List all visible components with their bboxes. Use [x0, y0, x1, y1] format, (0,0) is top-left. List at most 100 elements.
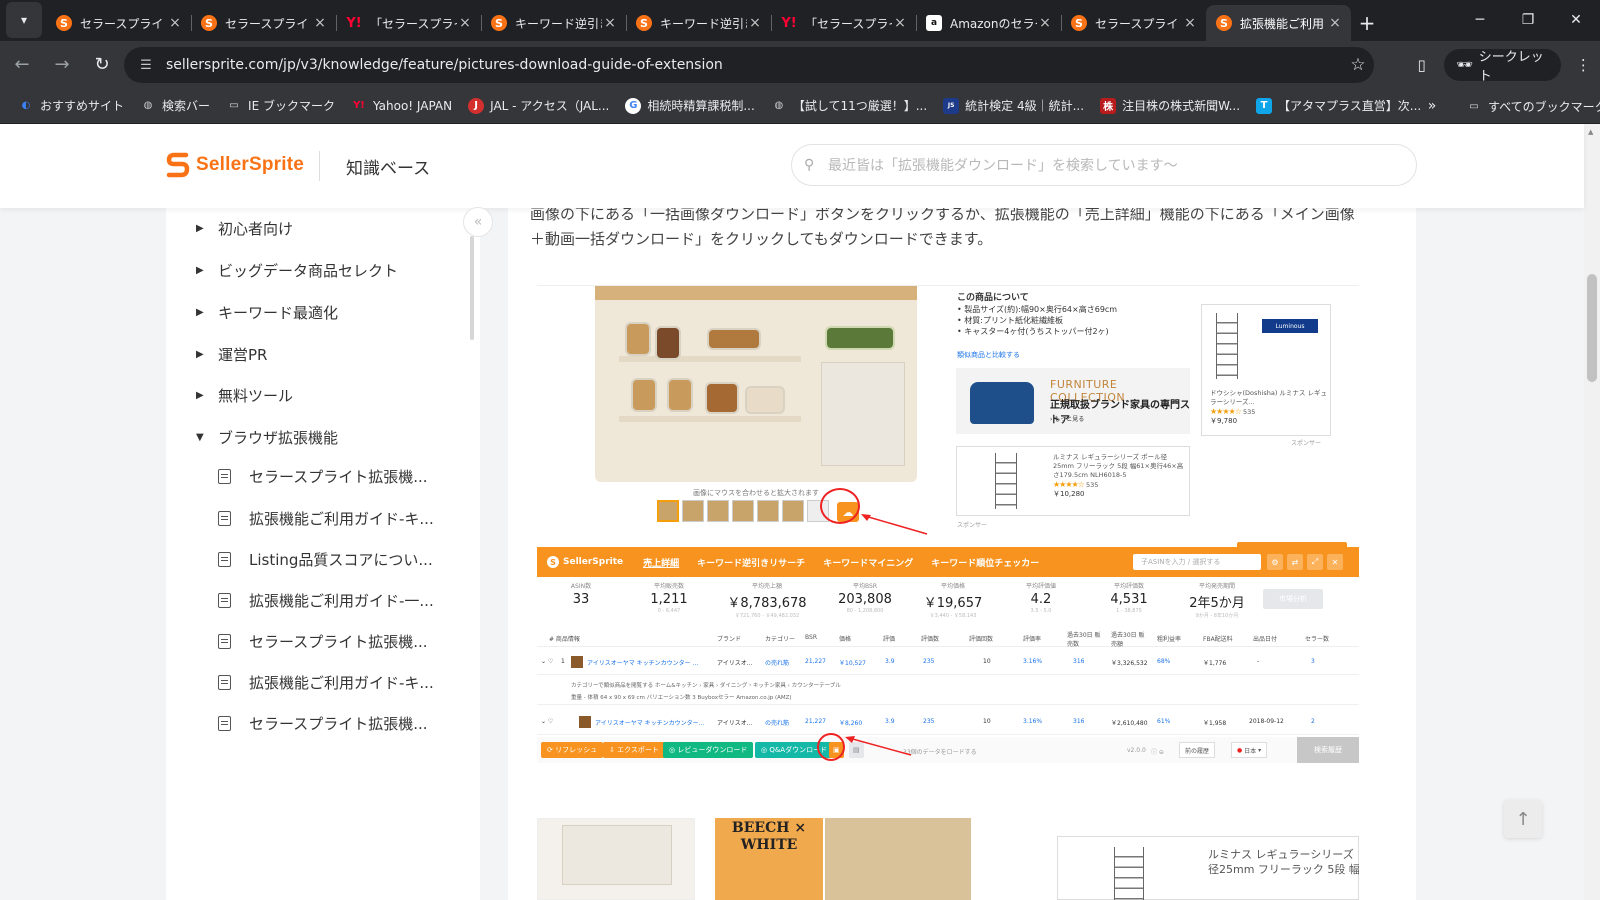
country-select[interactable]: ● 日本 ▾ — [1231, 742, 1268, 758]
bsr-cell[interactable]: 21,227 — [805, 718, 826, 725]
bookmark-item[interactable]: ▭ IE ブックマーク — [218, 92, 343, 120]
bookmark-item[interactable]: 株注目株の株式新聞W... — [1092, 92, 1248, 120]
column-header[interactable]: # 商品情報 — [549, 634, 580, 643]
thumbnail[interactable] — [682, 500, 704, 522]
bookmark-star-icon[interactable]: ☆ — [1342, 55, 1374, 75]
close-tab-icon[interactable]: × — [1037, 15, 1053, 31]
thumbnail[interactable] — [657, 500, 679, 522]
settings-icon[interactable]: ⚙ — [1267, 554, 1283, 570]
tab-rank-checker[interactable]: キーワード順位チェッカー — [931, 556, 1039, 569]
sidebar-category[interactable]: ▶ 運営PR — [196, 344, 267, 365]
bookmark-item[interactable]: G 相続時精算課税制... — [617, 92, 762, 120]
bookmark-item[interactable]: JS 統計検定 4級｜統計... — [935, 92, 1092, 120]
browser-tab[interactable]: Y! 「セラースプライト× — [771, 5, 916, 41]
tab-sales-detail[interactable]: 売上詳細 — [643, 556, 679, 569]
expand-icon[interactable]: ⤢ — [1307, 554, 1323, 570]
column-header[interactable]: 粗利益率 — [1157, 634, 1181, 643]
thumbnail[interactable] — [732, 500, 754, 522]
sidebar-category[interactable]: ▶ ビッグデータ商品セレクト — [196, 260, 398, 281]
banner-more-link[interactable]: › もっと見る — [1050, 414, 1084, 423]
thumbnail[interactable] — [782, 500, 804, 522]
browser-tab-active[interactable]: S 拡張機能ご利用 × — [1206, 5, 1351, 41]
side-panel-icon[interactable]: ▯ — [1405, 47, 1438, 83]
share-icon[interactable]: ⇄ — [1287, 554, 1303, 570]
close-tab-icon[interactable]: × — [457, 15, 473, 31]
browser-tab[interactable]: S キーワード逆引き × — [481, 5, 626, 41]
scrollbar-thumb[interactable] — [1587, 274, 1597, 382]
column-header[interactable]: 価格 — [839, 634, 851, 643]
back-arrow-icon[interactable]: ← — [4, 47, 40, 83]
all-bookmarks-folder[interactable]: ▭ すべてのブックマーク — [1458, 92, 1600, 120]
thumbnail[interactable] — [707, 500, 729, 522]
column-header[interactable]: 過去30日 販売数 — [1067, 630, 1101, 648]
category-breadcrumb[interactable]: カテゴリーで類似商品を閲覧する ホーム&キッチン › 家具 › ダイニング・キッ… — [571, 681, 841, 689]
history-select[interactable]: 前の履歴 — [1179, 742, 1216, 758]
sponsored-rack-card[interactable]: ルミナス レギュラーシリーズ ポール径25mm フリーラック 5段 幅61×奥行… — [956, 446, 1190, 516]
sponsored-ad-card[interactable]: Luminous ドウシシャ(Doshisha) ルミナス レギュラーシリーズ.… — [1201, 304, 1331, 436]
asin-input[interactable]: 子ASINを入力 / 選択する — [1133, 554, 1261, 570]
column-header[interactable]: 過去30日 販売額 — [1111, 630, 1145, 648]
browser-tab[interactable]: S セラースプライト × — [1061, 5, 1206, 41]
column-header[interactable]: ブランド — [717, 634, 741, 643]
furniture-banner[interactable]: FURNITURE COLLECTION 正規取扱ブランド家具の専門ストア › … — [956, 368, 1190, 434]
close-tab-icon[interactable]: × — [167, 15, 183, 31]
category-cell[interactable]: の売れ筋 — [765, 718, 789, 727]
close-icon[interactable]: ✕ — [1327, 554, 1343, 570]
image-thumbnails[interactable] — [657, 500, 829, 522]
export-button[interactable]: ⇩ エクスポート — [603, 742, 665, 758]
sidebar-article[interactable]: セラースプライト拡張機... — [218, 713, 428, 734]
back-to-top-button[interactable]: ↑ — [1504, 800, 1542, 838]
url-text[interactable]: sellersprite.com/jp/v3/knowledge/feature… — [166, 57, 1342, 73]
sidebar-article[interactable]: Listing品質スコアについ... — [218, 549, 433, 570]
close-tab-icon[interactable]: × — [892, 15, 908, 31]
more-bookmarks-icon[interactable]: » — [1418, 92, 1446, 120]
browser-tab[interactable]: a Amazonのセラー × — [916, 5, 1061, 41]
close-tab-icon[interactable]: × — [1182, 15, 1198, 31]
collapse-sidebar-button[interactable]: « — [463, 207, 493, 237]
minimize-icon[interactable]: ─ — [1456, 0, 1504, 40]
sidebar-article[interactable]: 拡張機能ご利用ガイド-キ... — [218, 508, 434, 529]
sidebar-article[interactable]: 拡張機能ご利用ガイド-キ... — [218, 672, 434, 693]
browser-tab[interactable]: S セラースプライト × — [46, 5, 191, 41]
browser-tab[interactable]: Y! 「セラースプライト× — [336, 5, 481, 41]
column-header[interactable]: 評価回数 — [969, 634, 993, 643]
review-download-button[interactable]: ◎ レビューダウンロード — [663, 742, 754, 758]
refresh-button[interactable]: ⟳ リフレッシュ — [541, 742, 604, 758]
column-header[interactable]: 出品日付 — [1253, 634, 1277, 643]
scroll-up-icon[interactable]: ▲ — [1588, 128, 1593, 136]
market-analysis-button[interactable]: 市場分析 — [1263, 589, 1323, 609]
sellersprite-logo[interactable]: SellerSprite — [166, 151, 304, 179]
tab-reverse-asin[interactable]: キーワード逆引きリサーチ — [697, 556, 805, 569]
column-header[interactable]: セラー数 — [1305, 634, 1329, 643]
bookmark-item[interactable]: ◍ 【試して11つ厳選！】... — [763, 92, 935, 120]
column-header[interactable]: 評価数 — [921, 634, 939, 643]
close-tab-icon[interactable]: × — [1327, 15, 1343, 31]
tab-search-button[interactable]: ▾ — [6, 2, 42, 38]
search-history-button[interactable]: 検索履歴 — [1297, 737, 1359, 763]
page-scrollbar[interactable]: ▲ — [1584, 124, 1600, 900]
site-settings-icon[interactable]: ☰ — [134, 53, 158, 77]
sidebar-article[interactable]: 拡張機能ご利用ガイド-一... — [218, 590, 434, 611]
column-header[interactable]: 評価 — [883, 634, 895, 643]
category-cell[interactable]: の売れ筋 — [765, 658, 789, 667]
sidebar-article[interactable]: セラースプライト拡張機... — [218, 466, 428, 487]
bsr-cell[interactable]: 21,227 — [805, 658, 826, 665]
close-tab-icon[interactable]: × — [312, 15, 328, 31]
reload-icon[interactable]: ↻ — [84, 47, 120, 83]
column-header[interactable]: カテゴリー — [765, 634, 795, 643]
close-tab-icon[interactable]: × — [747, 15, 763, 31]
bookmark-item[interactable]: ◐ おすすめサイト — [10, 92, 132, 120]
help-icon[interactable]: ⓘ ⊖ — [1151, 747, 1164, 756]
incognito-indicator[interactable]: 🕶 シークレット — [1444, 49, 1561, 84]
sidebar-category[interactable]: ▶ 初心者向け — [196, 218, 293, 239]
table-row[interactable]: ⌄ ♡ アイリスオーヤマ キッチンカウンター... アイリスオ... の売れ筋 … — [537, 709, 1359, 735]
bookmark-item[interactable]: J JAL - アクセス（JAL... — [460, 92, 617, 120]
sidebar-category[interactable]: ▶ 無料ツール — [196, 385, 293, 406]
bookmark-item[interactable]: Y! Yahoo! JAPAN — [343, 92, 460, 120]
compare-link[interactable]: 類似商品と比較する — [957, 350, 1020, 360]
forward-arrow-icon[interactable]: → — [44, 47, 80, 83]
product-title-link[interactable]: アイリスオーヤマ キッチンカウンター ... — [587, 658, 698, 667]
sidebar-category[interactable]: ▶ キーワード最適化 — [196, 302, 338, 323]
address-bar[interactable]: ☰ sellersprite.com/jp/v3/knowledge/featu… — [124, 47, 1374, 83]
expand-row-icon[interactable]: ⌄ ♡ — [541, 658, 553, 665]
